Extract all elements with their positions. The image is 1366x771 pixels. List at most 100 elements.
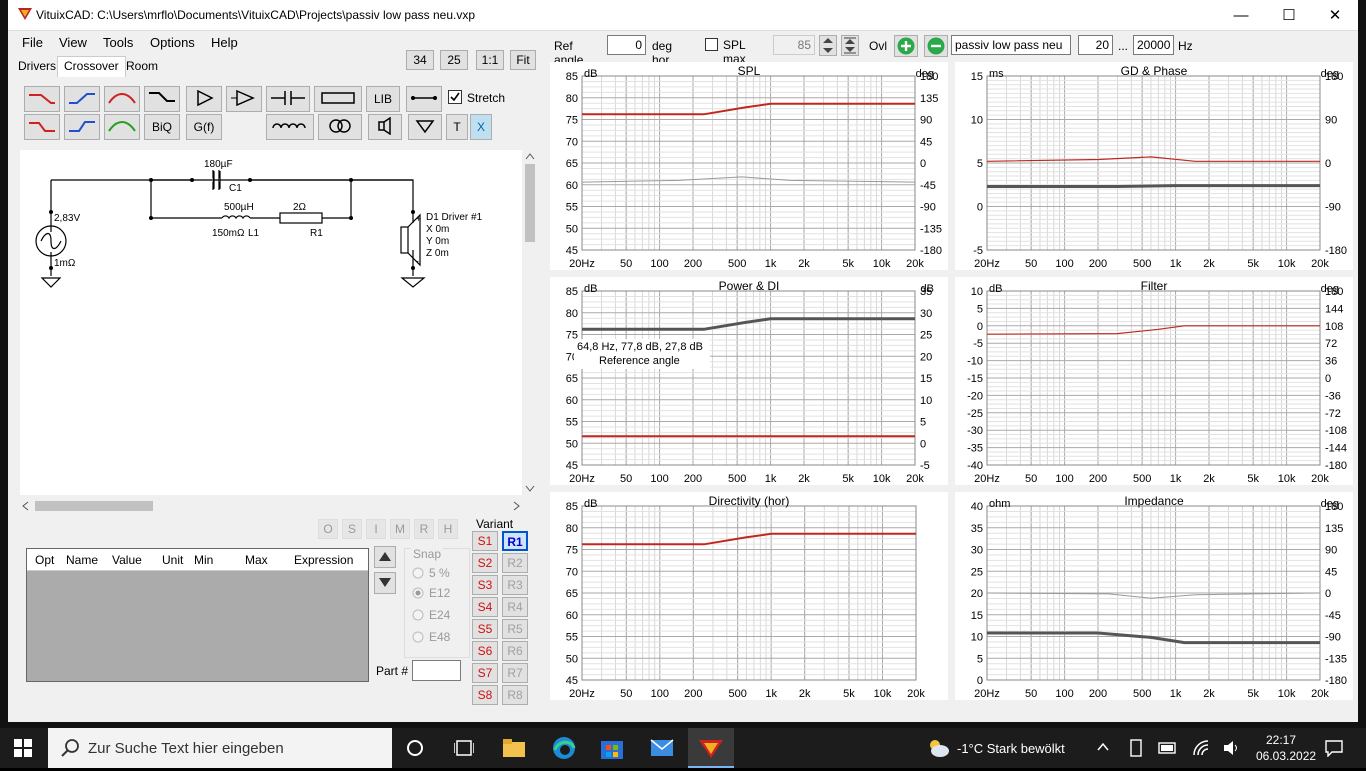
battery-icon[interactable] bbox=[1158, 741, 1178, 758]
notification-icon[interactable] bbox=[1325, 739, 1343, 760]
graph-filter[interactable]: 10 5 0 -5 -10 -15 -20 -25 -30 -35 -40 180 144 108 72 36… bbox=[955, 277, 1353, 485]
x-button[interactable]: X bbox=[470, 114, 492, 140]
freq-max-input[interactable]: 20000 bbox=[1133, 35, 1174, 55]
variant-s6-button[interactable]: S6 bbox=[472, 641, 498, 661]
maximize-button[interactable]: ☐ bbox=[1266, 0, 1312, 31]
variant-s5-button[interactable]: S5 bbox=[472, 619, 498, 639]
store-icon[interactable] bbox=[600, 736, 624, 763]
overlay-name-input[interactable]: passiv low pass neu bbox=[951, 35, 1071, 55]
opt-r-button[interactable]: R bbox=[414, 519, 434, 539]
col-unit[interactable]: Unit bbox=[162, 553, 183, 567]
buffer-icon[interactable] bbox=[186, 86, 222, 112]
tab-crossover[interactable]: Crossover bbox=[57, 56, 126, 77]
schematic-horizontal-scrollbar[interactable] bbox=[20, 498, 522, 514]
opt-o-button[interactable]: O bbox=[318, 519, 338, 539]
task-view-icon[interactable] bbox=[453, 739, 475, 760]
variant-s1-button[interactable]: S1 bbox=[472, 531, 498, 551]
part-number-input[interactable] bbox=[412, 660, 461, 681]
parameter-table[interactable]: Opt Name Value Unit Min Max Expression bbox=[26, 548, 369, 682]
tab-room[interactable]: Room bbox=[120, 57, 164, 77]
t-button[interactable]: T bbox=[446, 114, 468, 140]
ground-tool-icon[interactable] bbox=[408, 114, 442, 140]
snap-5-radio[interactable] bbox=[412, 567, 424, 582]
snap-e48-radio[interactable] bbox=[412, 631, 424, 646]
graph-gd-phase[interactable]: 15 10 5 0 -5 180 90 0 -90 -180 20Hz 50 100 200 500 1k 2k… bbox=[955, 62, 1353, 270]
snap-e24-radio[interactable] bbox=[412, 609, 424, 624]
tab-drivers[interactable]: Drivers bbox=[12, 57, 62, 77]
spl-max-checkbox[interactable] bbox=[705, 38, 718, 54]
menu-help[interactable]: Help bbox=[211, 35, 238, 50]
spl-max-input[interactable]: 85 bbox=[773, 35, 815, 55]
col-value[interactable]: Value bbox=[112, 553, 142, 567]
graph-power-di[interactable]: 85 80 75 70 65 60 55 50 45 35 30 25 20 15 10 5 0 -5 20Hz 50… bbox=[550, 277, 948, 485]
col-max[interactable]: Max bbox=[245, 553, 268, 567]
snap-e12-radio[interactable] bbox=[412, 587, 424, 602]
graph-directivity-hor[interactable]: 85 80 75 70 65 60 55 50 45 20Hz 50 100 200 500 1k 2k 5k 1… bbox=[550, 492, 948, 700]
menu-tools[interactable]: Tools bbox=[103, 35, 133, 50]
resistor-tool-icon[interactable] bbox=[314, 86, 362, 112]
graph-impedance[interactable]: 40 35 30 25 20 15 10 5 0 180 135 90 45 0 -45 -90 -135 -18… bbox=[955, 492, 1353, 700]
variant-r7-button[interactable]: R7 bbox=[502, 663, 528, 683]
biq-button[interactable]: BiQ bbox=[144, 114, 180, 140]
start-windows-icon[interactable] bbox=[14, 739, 32, 760]
lib-button[interactable]: LIB bbox=[366, 86, 400, 112]
spl-range-icon[interactable] bbox=[841, 35, 859, 59]
variant-r3-button[interactable]: R3 bbox=[502, 575, 528, 595]
menu-options[interactable]: Options bbox=[150, 35, 195, 50]
opt-i-button[interactable]: I bbox=[366, 519, 386, 539]
opt-s-button[interactable]: S bbox=[342, 519, 362, 539]
variant-r5-button[interactable]: R5 bbox=[502, 619, 528, 639]
mail-icon[interactable] bbox=[650, 738, 674, 761]
variant-s4-button[interactable]: S4 bbox=[472, 597, 498, 617]
lowpass-red-2-icon[interactable] bbox=[24, 114, 60, 140]
minimize-button[interactable]: — bbox=[1218, 0, 1264, 31]
graph-spl[interactable]: 85 80 75 70 65 60 55 50 45 180 135 90 45 0 -45 -90 -135-… bbox=[550, 62, 948, 270]
close-button[interactable]: ✕ bbox=[1312, 0, 1358, 31]
variant-s8-button[interactable]: S8 bbox=[472, 685, 498, 705]
col-expression[interactable]: Expression bbox=[294, 553, 353, 567]
variant-r2-button[interactable]: R2 bbox=[502, 553, 528, 573]
spl-spin-icon[interactable] bbox=[819, 35, 837, 59]
remove-overlay-icon[interactable] bbox=[924, 35, 948, 60]
highpass-blue-2-icon[interactable] bbox=[64, 114, 100, 140]
vituixcad-taskbar-button[interactable] bbox=[688, 728, 734, 768]
menu-view[interactable]: View bbox=[59, 35, 87, 50]
clock-date[interactable]: 06.03.2022 bbox=[1256, 749, 1316, 763]
opamp-icon[interactable] bbox=[226, 86, 262, 112]
transformer-icon[interactable] bbox=[318, 114, 362, 140]
col-opt[interactable]: Opt bbox=[35, 553, 54, 567]
cortana-icon[interactable] bbox=[406, 739, 424, 760]
bandpass-green-icon[interactable] bbox=[104, 114, 140, 140]
zoom-25-button[interactable]: 25 bbox=[440, 50, 468, 70]
variant-s2-button[interactable]: S2 bbox=[472, 553, 498, 573]
col-name[interactable]: Name bbox=[66, 553, 98, 567]
variant-r4-button[interactable]: R4 bbox=[502, 597, 528, 617]
opt-m-button[interactable]: M bbox=[390, 519, 410, 539]
variant-s7-button[interactable]: S7 bbox=[472, 663, 498, 683]
zoom-1to1-button[interactable]: 1:1 bbox=[476, 50, 504, 70]
col-min[interactable]: Min bbox=[194, 553, 213, 567]
tray-chevron-up-icon[interactable] bbox=[1096, 740, 1110, 757]
clock-time[interactable]: 22:17 bbox=[1266, 733, 1296, 747]
variant-s3-button[interactable]: S3 bbox=[472, 575, 498, 595]
highpass-blue-icon[interactable] bbox=[64, 86, 100, 112]
speaker-tool-icon[interactable] bbox=[368, 114, 402, 140]
variant-r1-button[interactable]: R1 bbox=[502, 531, 528, 551]
wifi-icon[interactable] bbox=[1192, 739, 1210, 760]
variant-r8-button[interactable]: R8 bbox=[502, 685, 528, 705]
schematic-canvas[interactable]: 180µF C1 500µH 150mΩ L1 2Ω R1 2,83V 1mΩ … bbox=[20, 150, 522, 495]
opt-h-button[interactable]: H bbox=[438, 519, 458, 539]
menu-file[interactable]: File bbox=[22, 35, 43, 50]
move-up-button[interactable] bbox=[374, 546, 396, 568]
schematic-vertical-scrollbar[interactable] bbox=[522, 150, 538, 495]
gf-button[interactable]: G(f) bbox=[186, 114, 222, 140]
tray-device-icon[interactable] bbox=[1128, 739, 1144, 760]
bandpass-red-icon[interactable] bbox=[104, 86, 140, 112]
capacitor-tool-icon[interactable] bbox=[266, 86, 310, 112]
ref-angle-input[interactable]: 0 bbox=[607, 35, 646, 55]
move-down-button[interactable] bbox=[374, 572, 396, 594]
file-explorer-icon[interactable] bbox=[502, 737, 526, 762]
volume-icon[interactable] bbox=[1222, 739, 1240, 760]
add-overlay-icon[interactable] bbox=[894, 35, 918, 60]
inductor-tool-icon[interactable] bbox=[266, 114, 314, 140]
